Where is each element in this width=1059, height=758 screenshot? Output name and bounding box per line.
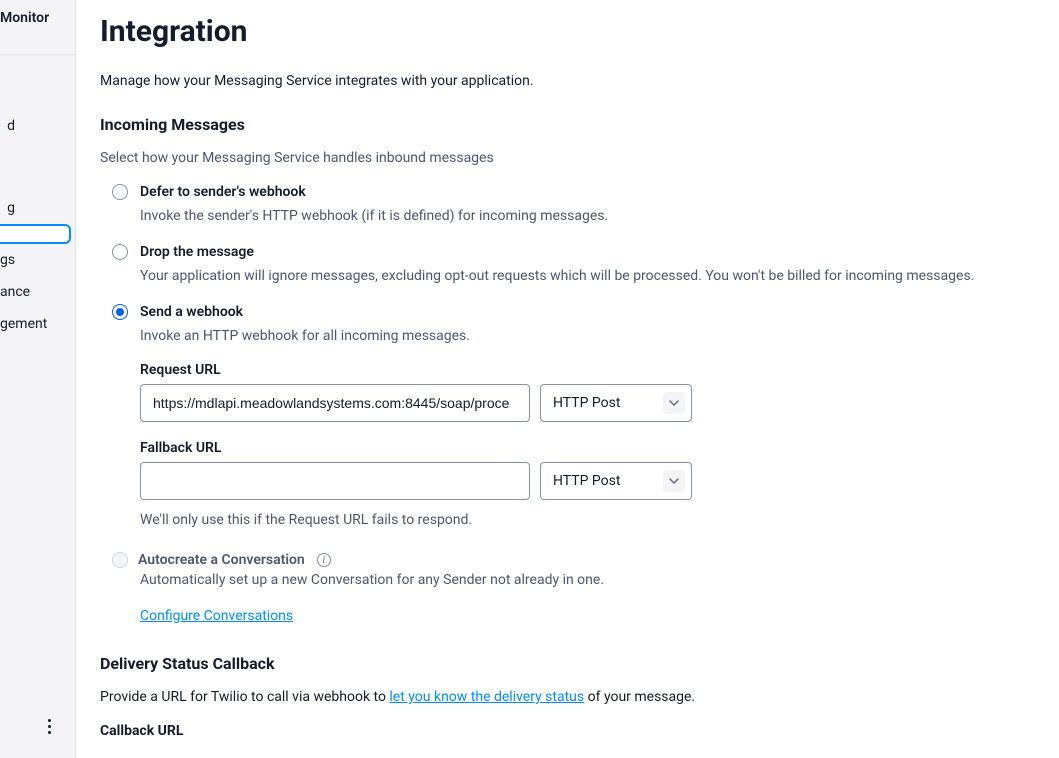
sidebar-item-1[interactable]: g bbox=[0, 192, 75, 224]
info-icon[interactable]: i bbox=[317, 553, 331, 567]
autocreate-row: Autocreate a Conversation i bbox=[100, 552, 1035, 568]
chevron-down-icon bbox=[663, 470, 685, 492]
radio-option-drop: Drop the message Your application will i… bbox=[112, 244, 1035, 284]
request-url-input[interactable] bbox=[140, 384, 530, 422]
incoming-radio-group: Defer to sender's webhook Invoke the sen… bbox=[100, 184, 1035, 528]
page-title: Integration bbox=[100, 14, 1035, 49]
radio-drop-desc: Your application will ignore messages, e… bbox=[112, 268, 1035, 284]
delivery-status-link[interactable]: let you know the delivery status bbox=[389, 689, 584, 705]
delivery-desc: Provide a URL for Twilio to call via web… bbox=[100, 689, 1035, 705]
fallback-url-label: Fallback URL bbox=[140, 440, 1035, 456]
radio-option-defer: Defer to sender's webhook Invoke the sen… bbox=[112, 184, 1035, 224]
radio-defer-desc: Invoke the sender's HTTP webhook (if it … bbox=[112, 208, 1035, 224]
chevron-down-icon bbox=[663, 392, 685, 414]
radio-webhook-desc: Invoke an HTTP webhook for all incoming … bbox=[112, 328, 1035, 344]
radio-webhook-label: Send a webhook bbox=[140, 304, 243, 320]
sidebar-item-selected[interactable] bbox=[0, 224, 71, 244]
radio-webhook[interactable] bbox=[112, 304, 128, 320]
radio-drop[interactable] bbox=[112, 244, 128, 260]
radio-defer[interactable] bbox=[112, 184, 128, 200]
incoming-heading: Incoming Messages bbox=[100, 115, 1035, 134]
fallback-method-select[interactable]: HTTP Post bbox=[540, 462, 692, 500]
radio-drop-label: Drop the message bbox=[140, 244, 254, 260]
incoming-desc: Select how your Messaging Service handle… bbox=[100, 150, 1035, 166]
sidebar-nav: d g gs ance gement bbox=[0, 55, 75, 340]
sidebar-item-3[interactable]: gs bbox=[0, 244, 75, 276]
request-url-label: Request URL bbox=[140, 362, 1035, 378]
configure-conversations-link[interactable]: Configure Conversations bbox=[140, 608, 293, 624]
autocreate-label: Autocreate a Conversation bbox=[138, 552, 305, 568]
sidebar-item-0[interactable]: d bbox=[0, 110, 75, 142]
webhook-form: Request URL HTTP Post Fallback URL HTTP … bbox=[112, 362, 1035, 500]
sidebar-tab-monitor[interactable]: Monitor bbox=[0, 0, 75, 55]
main-content: Integration Manage how your Messaging Se… bbox=[76, 0, 1059, 739]
radio-defer-label: Defer to sender's webhook bbox=[140, 184, 306, 200]
callback-url-label: Callback URL bbox=[100, 723, 1035, 739]
page-subtitle: Manage how your Messaging Service integr… bbox=[100, 73, 1035, 89]
request-method-select[interactable]: HTTP Post bbox=[540, 384, 692, 422]
radio-option-webhook: Send a webhook Invoke an HTTP webhook fo… bbox=[112, 304, 1035, 528]
delivery-heading: Delivery Status Callback bbox=[100, 654, 1035, 673]
request-method-value: HTTP Post bbox=[553, 395, 620, 411]
sidebar-item-5[interactable]: gement bbox=[0, 308, 75, 340]
sidebar-item-4[interactable]: ance bbox=[0, 276, 75, 308]
fallback-method-value: HTTP Post bbox=[553, 473, 620, 489]
fallback-note: We'll only use this if the Request URL f… bbox=[112, 512, 1035, 528]
radio-autocreate bbox=[112, 552, 128, 568]
kebab-menu-icon[interactable] bbox=[37, 714, 61, 738]
sidebar: Monitor d g gs ance gement t bbox=[0, 0, 76, 758]
fallback-url-input[interactable] bbox=[140, 462, 530, 500]
autocreate-desc: Automatically set up a new Conversation … bbox=[100, 572, 1035, 588]
